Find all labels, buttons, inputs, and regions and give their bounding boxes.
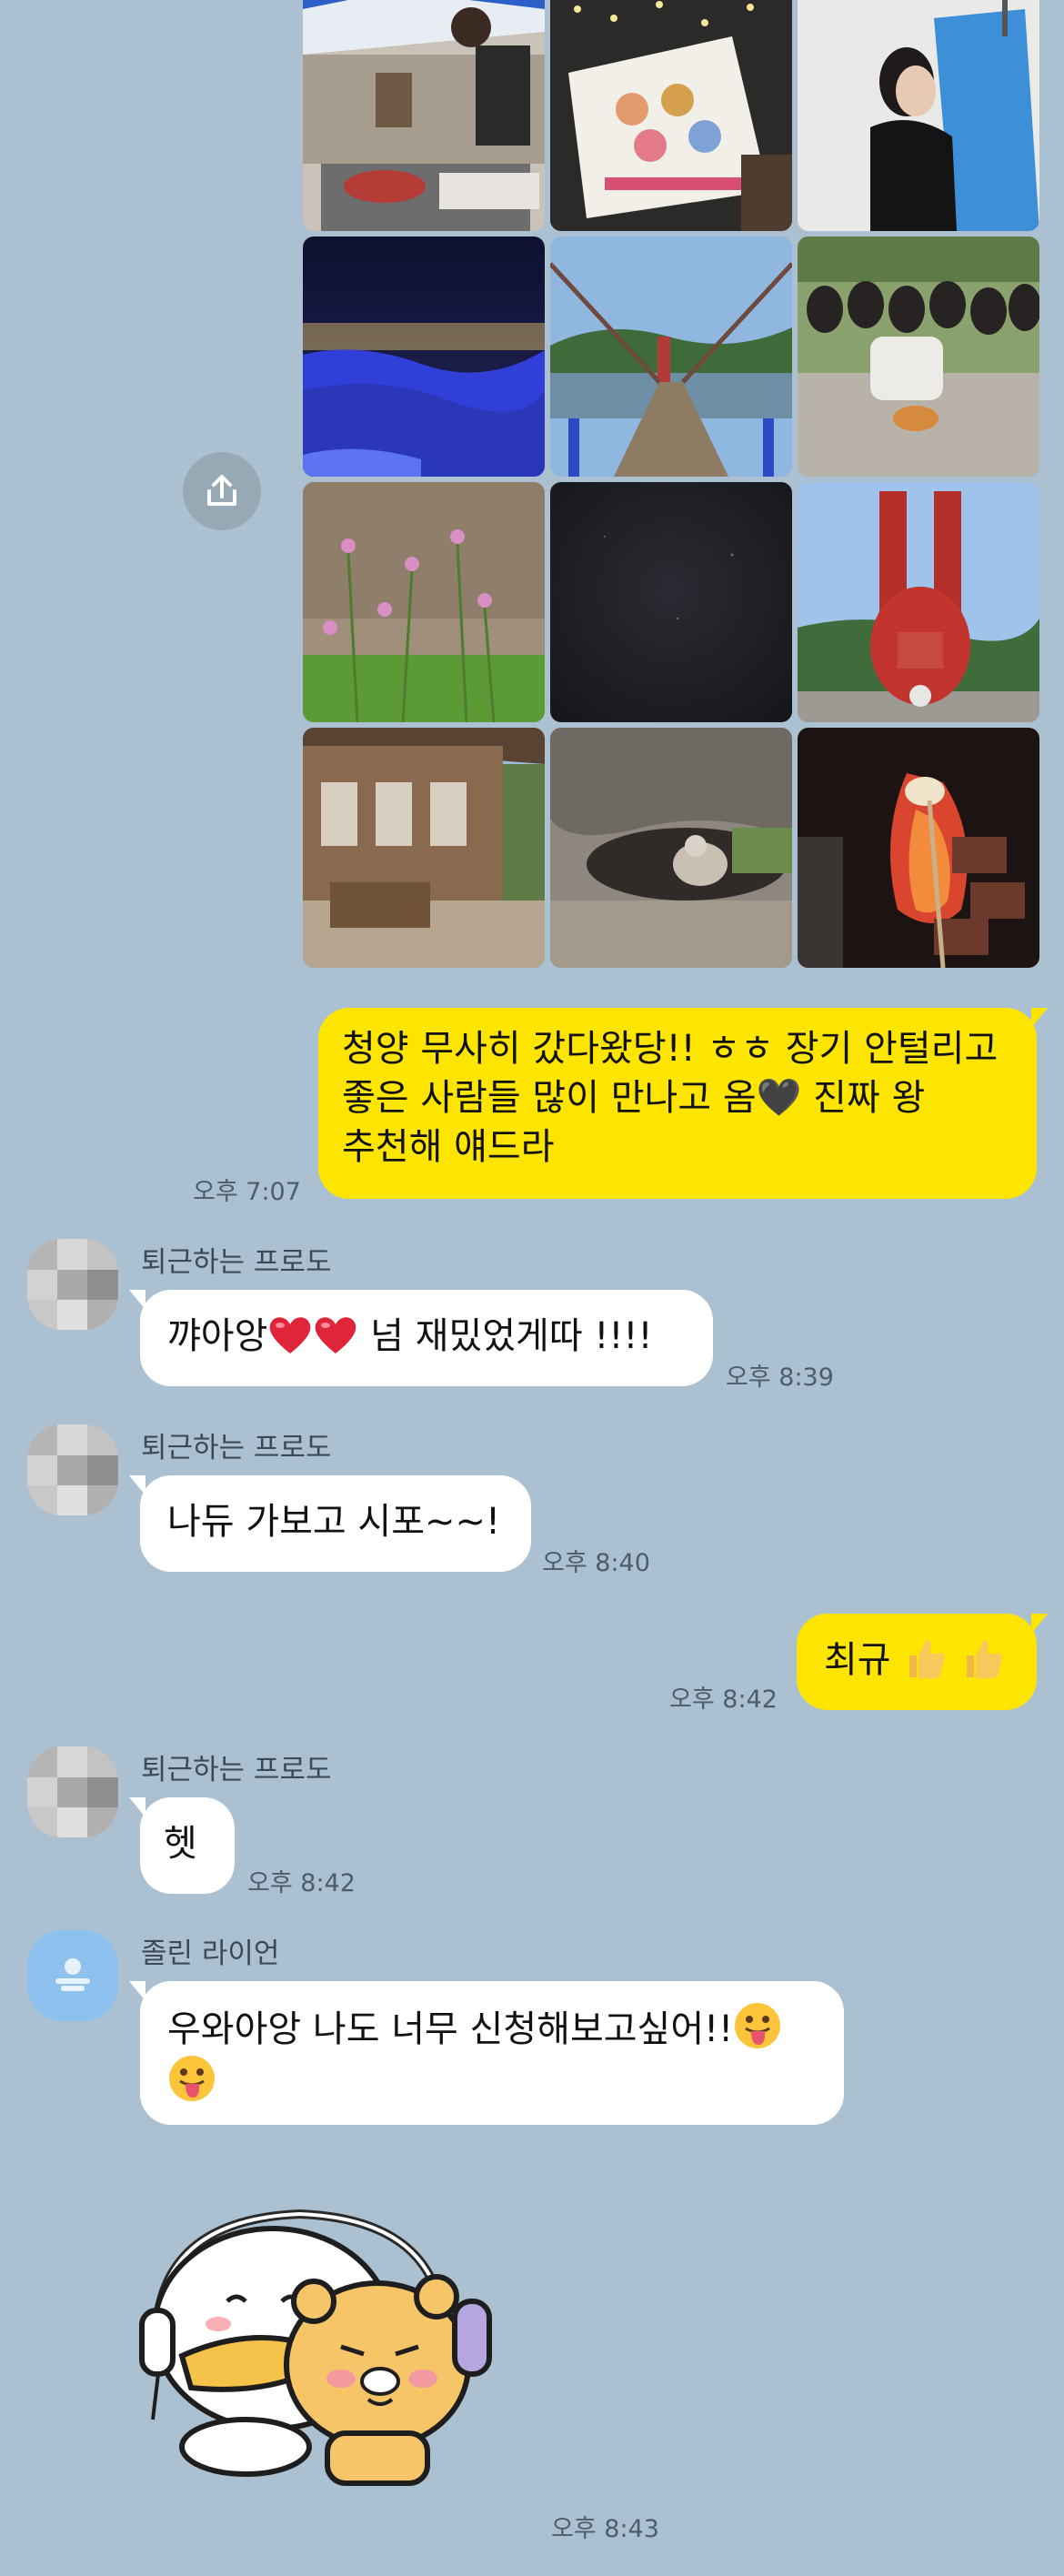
avatar-frodo[interactable]	[27, 1746, 118, 1837]
message-bubble[interactable]: 나듀 가보고 시포~~!	[129, 1475, 531, 1572]
heart-icon	[316, 1317, 356, 1353]
sticker-duck-and-ryan[interactable]	[136, 2201, 527, 2492]
photo-woman-blue-backdrop[interactable]	[798, 0, 1039, 231]
message-bubble[interactable]: 우와아앙 나도 너무 신청해보고싶어!!	[129, 1981, 844, 2125]
message-time: 오후 7:07	[193, 1178, 301, 1206]
my-message-bubble[interactable]: 최규	[797, 1614, 1048, 1710]
my-message-bubble[interactable]: 청양 무사히 갔다왔당!! ㅎㅎ 장기 안털리고 좋은 사람들 많이 만나고 옴…	[318, 1008, 1048, 1199]
photo-traditional-house[interactable]	[303, 728, 545, 968]
photo-field-flowers[interactable]	[303, 482, 545, 722]
message-text: 넘 재밌었게따 !!!!	[370, 1315, 653, 1357]
heart-icon	[270, 1317, 311, 1353]
photo-cat-under-rock[interactable]	[550, 728, 792, 968]
avatar-frodo[interactable]	[27, 1239, 118, 1330]
tongue-face-icon	[169, 2056, 215, 2101]
photo-suspension-bridge[interactable]	[550, 236, 792, 477]
photo-dark-night-sky[interactable]	[550, 482, 792, 722]
message-text: 꺄아앙	[167, 1315, 268, 1357]
message-time: 오후 8:43	[551, 2515, 659, 2543]
tongue-face-icon	[735, 2003, 781, 2048]
share-button[interactable]	[183, 452, 261, 530]
message-text: 최규	[824, 1639, 891, 1681]
avatar-sleepy-ryan[interactable]	[27, 1930, 118, 2021]
photo-drawing-board[interactable]	[550, 0, 792, 231]
message-time: 오후 8:42	[669, 1685, 778, 1714]
photo-campfire-marshmallow[interactable]	[798, 728, 1039, 968]
share-icon	[207, 475, 236, 506]
message-text: 헷	[164, 1823, 197, 1865]
photo-cooking-tent[interactable]	[303, 0, 545, 231]
default-profile-icon	[55, 1958, 90, 1991]
message-bubble[interactable]: 헷	[129, 1797, 235, 1894]
photo-album-grid[interactable]	[303, 0, 1039, 968]
message-time: 오후 8:42	[247, 1869, 356, 1897]
photo-jars-and-cat[interactable]	[798, 236, 1039, 477]
photo-red-chili-monument[interactable]	[798, 482, 1039, 722]
sender-name: 퇴근하는 프로도	[141, 1432, 332, 1464]
photo-night-city-view[interactable]	[303, 236, 545, 477]
sender-name: 퇴근하는 프로도	[141, 1246, 332, 1279]
message-text: 나듀 가보고 시포~~!	[167, 1501, 501, 1543]
message-bubble[interactable]: 꺄아앙 넘 재밌었게따 !!!!	[129, 1290, 713, 1386]
avatar-frodo[interactable]	[27, 1424, 118, 1515]
message-text: 우와아앙 나도 너무 신청해보고싶어!!	[167, 2008, 734, 2050]
sender-name: 퇴근하는 프로도	[141, 1754, 332, 1786]
message-time: 오후 8:40	[542, 1549, 650, 1577]
message-text: 청양 무사히 갔다왔당!! ㅎㅎ 장기 안털리고 좋은 사람들 많이 만나고 옴…	[342, 1028, 999, 1168]
message-time: 오후 8:39	[726, 1363, 834, 1392]
thumbs-up-icon	[967, 1640, 1002, 1678]
sender-name: 졸린 라이언	[141, 1937, 280, 1970]
thumbs-up-icon	[909, 1640, 945, 1678]
